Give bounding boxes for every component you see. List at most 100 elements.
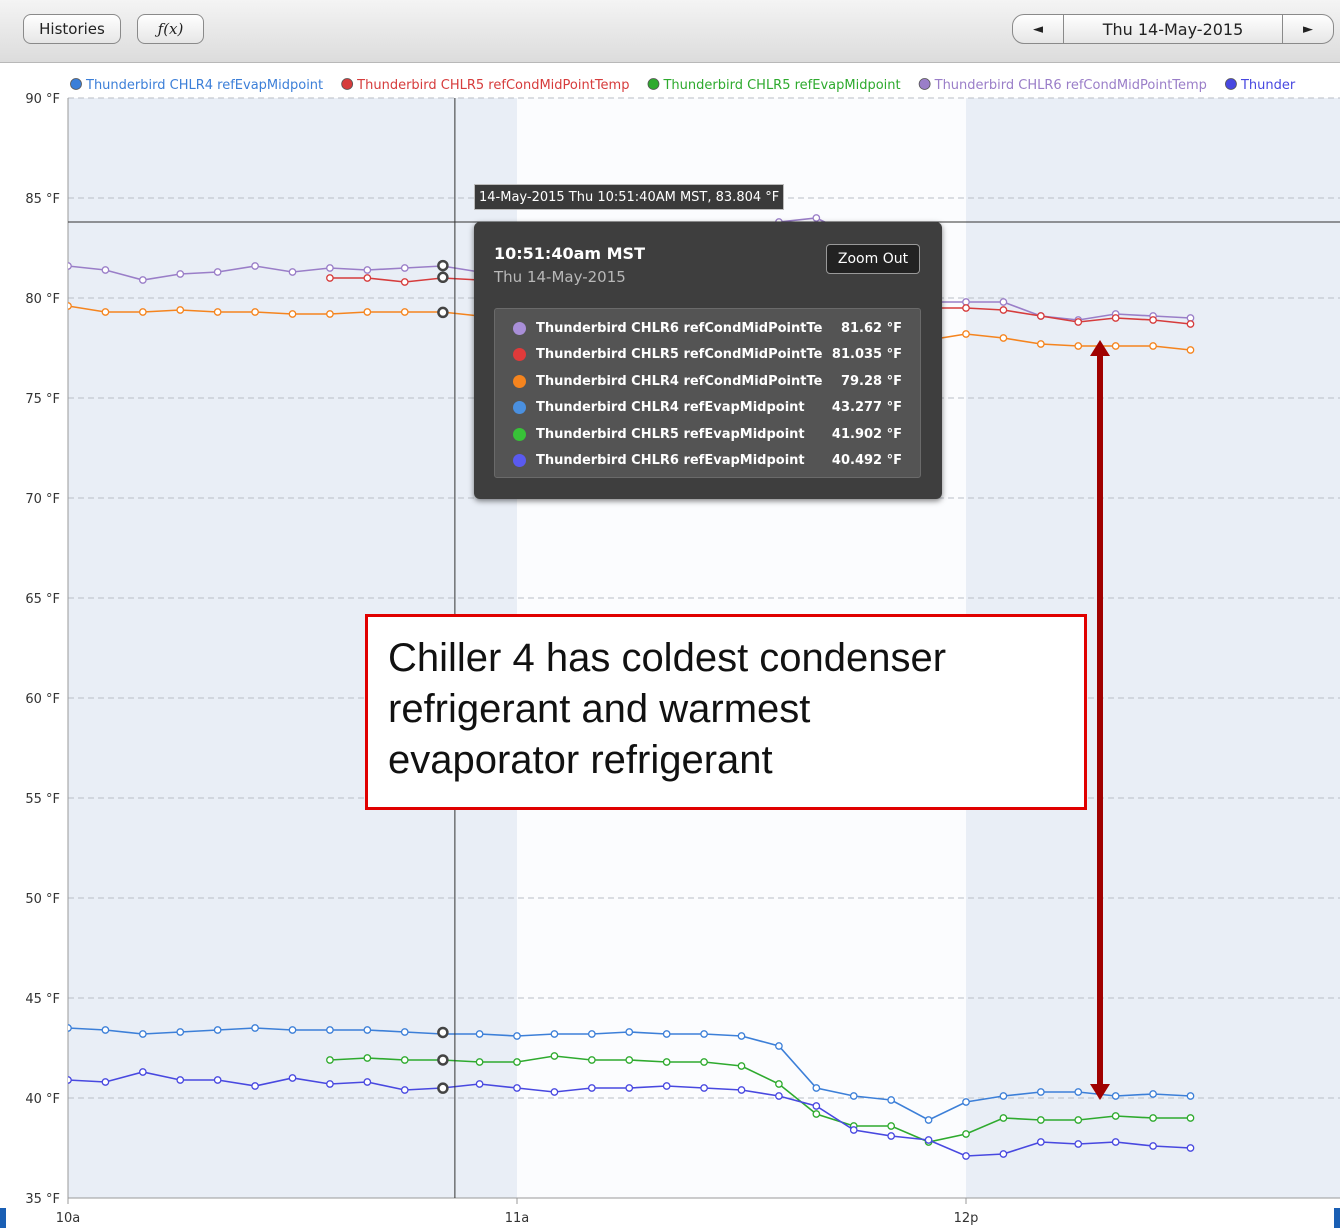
annotation-line: evaporator refrigerant <box>388 738 773 782</box>
data-point <box>1149 316 1157 324</box>
data-point <box>1149 1090 1157 1098</box>
data-point <box>887 1096 896 1104</box>
data-point <box>101 1078 110 1086</box>
series-dot-icon <box>513 348 526 362</box>
data-point <box>1074 318 1083 326</box>
data-point <box>849 1126 858 1134</box>
data-point <box>737 1032 746 1040</box>
data-point <box>1186 1092 1195 1100</box>
data-point <box>662 1082 671 1090</box>
data-point <box>138 276 147 284</box>
data-point <box>1149 1114 1157 1122</box>
data-point <box>326 264 334 272</box>
tooltip-series-name: Thunderbird CHLR4 refCondMidPointTemp <box>536 373 822 389</box>
y-tick-label: 55 °F <box>25 792 60 807</box>
histories-button[interactable]: Histories <box>23 14 121 44</box>
tooltip-series-value: 40.492 °F <box>831 453 902 469</box>
y-tick-label: 70 °F <box>25 492 60 507</box>
data-point <box>962 1098 970 1106</box>
series-dot-icon <box>513 454 526 468</box>
data-point <box>1111 1112 1120 1120</box>
tooltip-series-name: Thunderbird CHLR6 refCondMidPointTemp <box>536 320 822 336</box>
data-point <box>1186 1144 1195 1152</box>
data-point <box>68 262 72 270</box>
data-point <box>68 1024 72 1032</box>
data-point <box>288 1074 297 1082</box>
data-point <box>326 1056 334 1064</box>
data-point <box>400 1056 409 1064</box>
data-point <box>999 306 1008 314</box>
data-point <box>176 270 185 278</box>
data-point <box>363 1054 372 1062</box>
data-point <box>999 1114 1008 1122</box>
prev-day-button[interactable]: ◄ <box>1013 15 1063 43</box>
data-point <box>700 1058 708 1066</box>
data-point <box>1111 314 1120 322</box>
data-point <box>1074 342 1083 350</box>
tooltip-series-name: Thunderbird CHLR4 refEvapMidpoint <box>536 400 805 416</box>
annotation-line: Chiller 4 has coldest condenser <box>388 636 947 680</box>
data-point <box>812 1102 821 1110</box>
hover-marker <box>437 1026 449 1039</box>
data-point <box>587 1056 596 1064</box>
data-point <box>101 308 110 316</box>
data-tooltip: 10:51:40am MST Thu 14-May-2015 Zoom Out … <box>474 222 942 499</box>
data-point <box>475 1058 484 1066</box>
tooltip-series-name: Thunderbird CHLR5 refEvapMidpoint <box>536 426 805 442</box>
right-arrow-icon: ► <box>1303 21 1313 37</box>
data-point <box>1111 1138 1120 1146</box>
data-point <box>962 330 970 338</box>
series-dot-icon <box>513 374 526 388</box>
data-point <box>251 1082 259 1090</box>
data-point <box>962 1152 970 1160</box>
data-point <box>775 1042 783 1050</box>
left-arrow-icon: ◄ <box>1033 21 1043 37</box>
legend-label: Thunder <box>1240 78 1296 93</box>
tooltip-date: Thu 14-May-2015 <box>494 268 626 286</box>
next-day-button[interactable]: ► <box>1283 15 1333 43</box>
data-point <box>775 1092 783 1100</box>
data-point <box>1036 1138 1045 1146</box>
data-point <box>363 1026 372 1034</box>
data-point <box>251 1024 259 1032</box>
y-tick-label: 40 °F <box>25 1092 60 1107</box>
data-point <box>550 1030 559 1038</box>
data-point <box>101 1026 110 1034</box>
data-point <box>213 1026 222 1034</box>
legend-swatch <box>341 78 354 90</box>
data-point <box>737 1086 746 1094</box>
tooltip-series-value: 43.277 °F <box>831 400 902 416</box>
data-point <box>363 308 372 316</box>
data-point <box>213 1076 222 1084</box>
function-button[interactable]: ƒ(x) <box>137 14 204 44</box>
legend-swatch <box>1225 78 1237 90</box>
legend-swatch <box>647 78 660 90</box>
data-point <box>1111 1092 1120 1100</box>
y-tick-label: 45 °F <box>25 992 60 1007</box>
data-point <box>550 1052 559 1060</box>
data-point <box>625 1056 634 1064</box>
left-edge-marker <box>0 1208 6 1228</box>
data-point <box>251 262 259 270</box>
legend-swatch <box>70 78 82 90</box>
y-tick-label: 90 °F <box>25 92 60 107</box>
hover-marker <box>437 1082 449 1094</box>
data-point <box>400 1028 409 1036</box>
series-dot-icon <box>513 427 526 441</box>
tooltip-series-value: 41.902 °F <box>831 426 902 442</box>
date-display[interactable]: Thu 14-May-2015 <box>1063 15 1283 43</box>
legend-label: Thunderbird CHLR5 refEvapMidpoint <box>662 78 900 93</box>
zoom-out-button[interactable]: Zoom Out <box>826 244 920 274</box>
x-tick-label: 12p <box>954 1211 979 1226</box>
tooltip-row: Thunderbird CHLR4 refEvapMidpoint 43.277 … <box>495 395 920 422</box>
data-point <box>999 334 1008 342</box>
data-point <box>1074 1088 1083 1096</box>
tooltip-series-value: 81.62 °F <box>840 320 902 336</box>
tooltip-row: Thunderbird CHLR6 refCondMidPointTemp 81.… <box>495 315 920 342</box>
tooltip-row: Thunderbird CHLR5 refEvapMidpoint 41.902 … <box>495 421 920 448</box>
data-point <box>326 1080 334 1088</box>
y-tick-label: 60 °F <box>25 692 60 707</box>
tooltip-row: Thunderbird CHLR5 refCondMidPointTemp 81.… <box>495 342 920 369</box>
tooltip-series-name: Thunderbird CHLR6 refEvapMidpoint <box>536 453 805 469</box>
tooltip-series-name: Thunderbird CHLR5 refCondMidPointTemp <box>536 347 822 363</box>
